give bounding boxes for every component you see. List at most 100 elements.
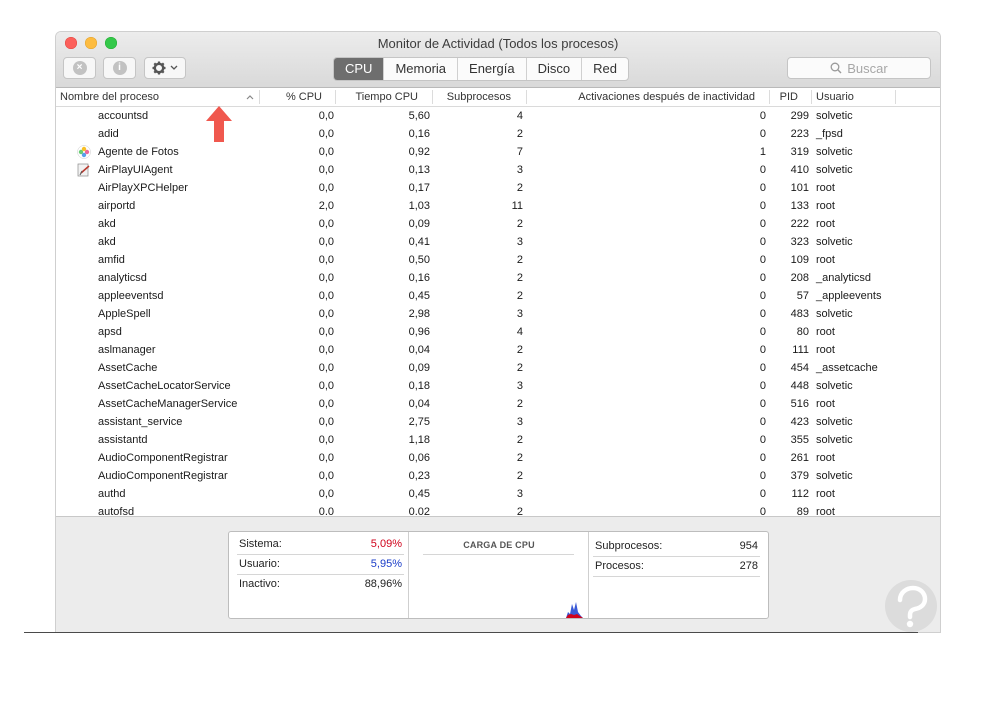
cpu-time-cell: 0,06 [408, 452, 430, 464]
cpu-percent-cell: 0,0 [318, 452, 334, 464]
threads-cell: 2 [516, 182, 523, 194]
cpu-time-cell: 0,41 [408, 236, 430, 248]
column-separator [895, 90, 896, 104]
table-row[interactable]: Agente de Fotos 0,0 0,92 7 1 319 solvetic [56, 143, 940, 161]
pid-cell: 109 [790, 254, 809, 266]
table-row[interactable]: akd 0,0 0,09 2 0 222 root [56, 215, 940, 233]
table-row[interactable]: assistant_service 0,0 2,75 3 0 423 solvetic [56, 413, 940, 431]
table-row[interactable]: AudioComponentRegistrar 0,0 0,06 2 0 261 root [56, 449, 940, 467]
wakeups-cell: 0 [759, 200, 766, 212]
table-row[interactable]: AppleSpell 0,0 2,98 3 0 483 solvetic [56, 305, 940, 323]
threads-cell: 2 [516, 128, 523, 140]
column-header-pid[interactable]: PID [770, 88, 798, 106]
table-row[interactable]: amfid 0,0 0,50 2 0 109 root [56, 251, 940, 269]
threads-cell: 3 [516, 236, 523, 248]
table-row[interactable]: autofsd 0,0 0,02 2 0 89 root [56, 503, 940, 515]
threads-cell: 2 [516, 470, 523, 482]
table-row[interactable]: authd 0,0 0,45 3 0 112 root [56, 485, 940, 503]
cpu-percent-cell: 0,0 [318, 506, 334, 515]
table-row[interactable]: assistantd 0,0 1,18 2 0 355 solvetic [56, 431, 940, 449]
stop-process-button[interactable]: × [63, 57, 96, 79]
table-row[interactable]: AudioComponentRegistrar 0,0 0,23 2 0 379 solve… [56, 467, 940, 485]
table-row[interactable]: AssetCache 0,0 0,09 2 0 454 _assetcache [56, 359, 940, 377]
cpu-percent-cell: 0,0 [318, 254, 334, 266]
column-header-cpu[interactable]: % CPU [260, 88, 322, 106]
table-row[interactable]: aslmanager 0,0 0,04 2 0 111 root [56, 341, 940, 359]
tab-disk[interactable]: Disco [527, 58, 583, 80]
pid-cell: 133 [790, 200, 809, 212]
photos-icon [77, 145, 91, 159]
threads-cell: 2 [516, 398, 523, 410]
tab-network[interactable]: Red [582, 58, 628, 80]
threads-cell: 3 [516, 380, 523, 392]
table-row[interactable]: adid 0,0 0,16 2 0 223 _fpsd [56, 125, 940, 143]
system-stat: Sistema: 5,09% [239, 534, 402, 554]
pid-cell: 261 [790, 452, 809, 464]
process-name: amfid [98, 254, 125, 266]
threads-cell: 2 [516, 452, 523, 464]
column-header-cpu-time[interactable]: Tiempo CPU [336, 88, 418, 106]
user-cell: root [816, 452, 835, 464]
column-header-threads[interactable]: Subprocesos [433, 88, 511, 106]
process-name: authd [98, 488, 126, 500]
divider [588, 532, 589, 618]
cpu-time-cell: 2,98 [408, 308, 430, 320]
process-name: AirPlayXPCHelper [98, 182, 188, 194]
user-label: Usuario: [239, 558, 280, 570]
process-name: akd [98, 218, 116, 230]
cpu-time-cell: 0,16 [408, 128, 430, 140]
pid-cell: 323 [790, 236, 809, 248]
arrow-up-icon [206, 106, 232, 142]
pid-cell: 57 [796, 290, 809, 302]
cpu-load-graph [566, 602, 583, 618]
wakeups-cell: 0 [759, 290, 766, 302]
threads-value: 954 [739, 540, 758, 552]
table-row[interactable]: apsd 0,0 0,96 4 0 80 root [56, 323, 940, 341]
column-header-name[interactable]: Nombre del proceso [60, 88, 159, 106]
table-row[interactable]: appleeventsd 0,0 0,45 2 0 57 _appleevents [56, 287, 940, 305]
tab-energy[interactable]: Energía [458, 58, 527, 80]
idle-stat: Inactivo: 88,96% [239, 574, 402, 594]
inspect-process-button[interactable]: i [103, 57, 136, 79]
cpu-time-cell: 0,23 [408, 470, 430, 482]
column-header-wakeups[interactable]: Activaciones después de inactividad [527, 88, 755, 106]
threads-cell: 2 [516, 290, 523, 302]
threads-cell: 4 [516, 110, 523, 122]
table-row[interactable]: AssetCacheManagerService 0,0 0,04 2 0 516 root [56, 395, 940, 413]
threads-cell: 3 [516, 164, 523, 176]
pid-cell: 355 [790, 434, 809, 446]
pid-cell: 319 [790, 146, 809, 158]
cpu-time-cell: 0,96 [408, 326, 430, 338]
process-name: AppleSpell [98, 308, 151, 320]
column-header-user[interactable]: Usuario [816, 88, 854, 106]
table-row[interactable]: AirPlayUIAgent 0,0 0,13 3 0 410 solvetic [56, 161, 940, 179]
pid-cell: 483 [790, 308, 809, 320]
tab-memory[interactable]: Memoria [384, 58, 459, 80]
wakeups-cell: 0 [759, 308, 766, 320]
user-cell: root [816, 182, 835, 194]
actions-menu-button[interactable] [144, 57, 186, 79]
cpu-time-cell: 0,04 [408, 398, 430, 410]
tab-cpu[interactable]: CPU [334, 58, 385, 80]
threads-cell: 11 [511, 200, 523, 212]
table-row[interactable]: accountsd 0,0 5,60 4 0 299 solvetic [56, 107, 940, 125]
cpu-percent-cell: 0,0 [318, 272, 334, 284]
table-row[interactable]: analyticsd 0,0 0,16 2 0 208 _analyticsd [56, 269, 940, 287]
chevron-down-icon [170, 65, 178, 70]
wakeups-cell: 0 [759, 236, 766, 248]
process-name: apsd [98, 326, 122, 338]
table-row[interactable]: airportd 2,0 1,03 11 0 133 root [56, 197, 940, 215]
airplay-app-icon [77, 163, 91, 177]
search-placeholder: Buscar [847, 60, 888, 76]
threads-cell: 2 [516, 506, 523, 515]
table-row[interactable]: AssetCacheLocatorService 0,0 0,18 3 0 448 solv… [56, 377, 940, 395]
search-field[interactable]: Buscar [787, 57, 931, 79]
cpu-load-title: CARGA DE CPU [463, 540, 535, 550]
pid-cell: 454 [790, 362, 809, 374]
table-row[interactable]: akd 0,0 0,41 3 0 323 solvetic [56, 233, 940, 251]
user-cell: solvetic [816, 416, 853, 428]
idle-value: 88,96% [364, 578, 402, 590]
table-row[interactable]: AirPlayXPCHelper 0,0 0,17 2 0 101 root [56, 179, 940, 197]
user-stat: Usuario: 5,95% [239, 554, 402, 574]
table-header: Nombre del proceso % CPU Tiempo CPU Subp… [56, 88, 940, 107]
